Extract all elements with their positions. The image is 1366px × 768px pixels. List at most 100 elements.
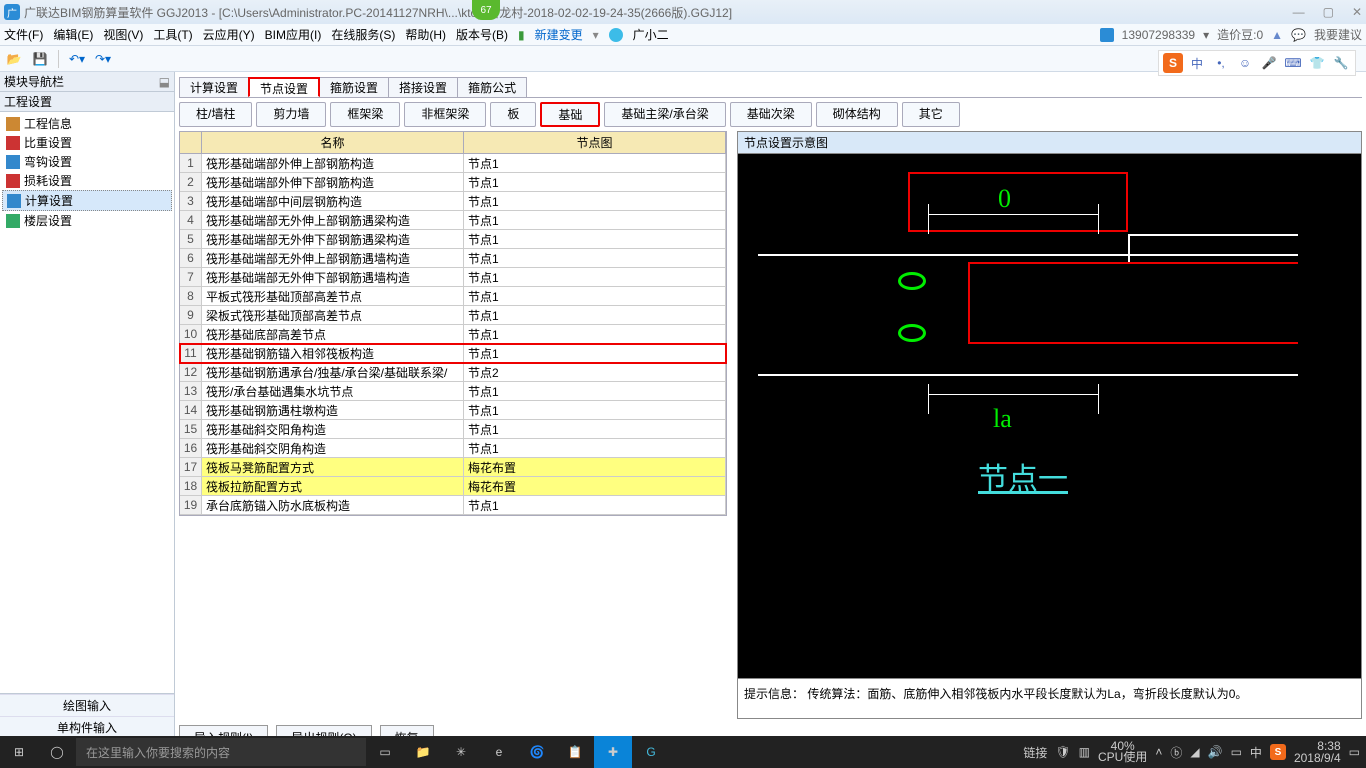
menu-file[interactable]: 文件(F): [4, 26, 43, 43]
tree-item-1[interactable]: 比重设置: [2, 133, 172, 152]
cell-node[interactable]: 节点1: [464, 344, 726, 362]
tray-batt-icon[interactable]: ▭: [1231, 745, 1242, 759]
table-row[interactable]: 1筏形基础端部外伸上部钢筋构造节点1: [180, 154, 726, 173]
cell-node[interactable]: 节点1: [464, 420, 726, 438]
tab2-1[interactable]: 剪力墙: [256, 102, 326, 127]
feedback-link[interactable]: 我要建议: [1314, 26, 1362, 43]
tab2-0[interactable]: 柱/墙柱: [179, 102, 252, 127]
table-row[interactable]: 16筏形基础斜交阴角构造节点1: [180, 439, 726, 458]
table-row[interactable]: 8平板式筏形基础顶部高差节点节点1: [180, 287, 726, 306]
app-active-icon[interactable]: ✚: [594, 736, 632, 768]
menu-view[interactable]: 视图(V): [103, 26, 143, 43]
cell-node[interactable]: 梅花布置: [464, 477, 726, 495]
tab1-0[interactable]: 计算设置: [179, 77, 249, 97]
save-icon[interactable]: 💾: [30, 49, 50, 69]
cell-node[interactable]: 节点1: [464, 230, 726, 248]
table-row[interactable]: 15筏形基础斜交阳角构造节点1: [180, 420, 726, 439]
tab1-4[interactable]: 箍筋公式: [457, 77, 527, 97]
cell-node[interactable]: 节点1: [464, 306, 726, 324]
search-input[interactable]: 在这里输入你要搜索的内容: [76, 738, 366, 766]
tab2-8[interactable]: 砌体结构: [816, 102, 898, 127]
cell-node[interactable]: 节点1: [464, 382, 726, 400]
menu-edit[interactable]: 编辑(E): [53, 26, 93, 43]
tray-shield-icon[interactable]: 🛡: [1055, 745, 1070, 759]
tab2-5[interactable]: 基础: [540, 102, 600, 127]
tab2-9[interactable]: 其它: [902, 102, 960, 127]
tray-vol-icon[interactable]: 🔊: [1208, 745, 1223, 759]
table-row[interactable]: 2筏形基础端部外伸下部钢筋构造节点1: [180, 173, 726, 192]
ime-emoji-icon[interactable]: ☺: [1235, 53, 1255, 73]
sogou-icon[interactable]: S: [1163, 53, 1183, 73]
cell-node[interactable]: 节点1: [464, 211, 726, 229]
menu-online[interactable]: 在线服务(S): [331, 26, 395, 43]
feedback-icon[interactable]: 💬: [1291, 28, 1306, 42]
table-row[interactable]: 6筏形基础端部无外伸上部钢筋遇墙构造节点1: [180, 249, 726, 268]
app-fan-icon[interactable]: ✳: [442, 736, 480, 768]
account-icon[interactable]: [1100, 28, 1114, 42]
app-office-icon[interactable]: 📋: [556, 736, 594, 768]
menu-help[interactable]: 帮助(H): [405, 26, 446, 43]
undo-icon[interactable]: ↶▾: [67, 49, 87, 69]
tray-bt-icon[interactable]: ⓑ: [1170, 744, 1182, 761]
menu-tools[interactable]: 工具(T): [153, 26, 192, 43]
nav-pin-icon[interactable]: ⬓: [159, 75, 170, 89]
new-change-link[interactable]: 新建变更: [535, 26, 583, 43]
app-swirl-icon[interactable]: 🌀: [518, 736, 556, 768]
taskview-icon[interactable]: ▭: [366, 736, 404, 768]
account-label[interactable]: 13907298339: [1122, 28, 1195, 42]
table-row[interactable]: 14筏形基础钢筋遇柱墩构造节点1: [180, 401, 726, 420]
tab2-2[interactable]: 框架梁: [330, 102, 400, 127]
table-row[interactable]: 13筏形/承台基础遇集水坑节点节点1: [180, 382, 726, 401]
left-btn-draw[interactable]: 绘图输入: [0, 694, 174, 716]
maximize-button[interactable]: ▢: [1323, 5, 1334, 19]
table-row[interactable]: 12筏形基础钢筋遇承台/独基/承台梁/基础联系梁/节点2: [180, 363, 726, 382]
menu-version[interactable]: 版本号(B): [456, 26, 508, 43]
ime-lang[interactable]: 中: [1187, 53, 1207, 73]
tray-sogou-icon[interactable]: S: [1270, 744, 1286, 760]
table-row[interactable]: 4筏形基础端部无外伸上部钢筋遇梁构造节点1: [180, 211, 726, 230]
tray-notif-icon[interactable]: ▭: [1349, 745, 1360, 759]
tree-item-3[interactable]: 损耗设置: [2, 171, 172, 190]
cell-node[interactable]: 节点1: [464, 173, 726, 191]
menu-bim[interactable]: BIM应用(I): [265, 26, 322, 43]
ime-skin-icon[interactable]: 👕: [1307, 53, 1327, 73]
table-row[interactable]: 3筏形基础端部中间层钢筋构造节点1: [180, 192, 726, 211]
ime-toolbar[interactable]: S 中 •, ☺ 🎤 ⌨ 👕 🔧: [1158, 50, 1356, 76]
open-icon[interactable]: 📂: [4, 49, 24, 69]
cortana-icon[interactable]: ◯: [38, 736, 76, 768]
tree-item-5[interactable]: 楼层设置: [2, 211, 172, 230]
ime-tool-icon[interactable]: 🔧: [1331, 53, 1351, 73]
cell-node[interactable]: 节点1: [464, 325, 726, 343]
tab2-3[interactable]: 非框架梁: [404, 102, 486, 127]
tray-chevron-icon[interactable]: ˄: [1155, 745, 1162, 759]
tree-item-2[interactable]: 弯钩设置: [2, 152, 172, 171]
cell-node[interactable]: 节点1: [464, 154, 726, 172]
start-button[interactable]: ⊞: [0, 736, 38, 768]
table-row[interactable]: 7筏形基础端部无外伸下部钢筋遇墙构造节点1: [180, 268, 726, 287]
ime-punct-icon[interactable]: •,: [1211, 53, 1231, 73]
left-btn-single[interactable]: 单构件输入: [0, 716, 174, 738]
user-small[interactable]: 广小二: [633, 26, 669, 43]
avatar-small[interactable]: [609, 28, 623, 42]
table-row[interactable]: 17筏板马凳筋配置方式梅花布置: [180, 458, 726, 477]
cell-node[interactable]: 节点1: [464, 439, 726, 457]
tray-link[interactable]: 链接: [1023, 744, 1047, 761]
redo-icon[interactable]: ↷▾: [93, 49, 113, 69]
cell-node[interactable]: 节点1: [464, 496, 726, 514]
tray-ime[interactable]: 中: [1250, 744, 1262, 761]
table-row[interactable]: 18筏板拉筋配置方式梅花布置: [180, 477, 726, 496]
tab1-2[interactable]: 箍筋设置: [319, 77, 389, 97]
close-button[interactable]: ✕: [1352, 5, 1362, 19]
tab2-7[interactable]: 基础次梁: [730, 102, 812, 127]
cell-node[interactable]: 节点1: [464, 401, 726, 419]
table-row[interactable]: 19承台底筋锚入防水底板构造节点1: [180, 496, 726, 515]
ime-keyboard-icon[interactable]: ⌨: [1283, 53, 1303, 73]
tray-wifi-icon[interactable]: ◢: [1190, 745, 1199, 759]
tray-gpu-icon[interactable]: ▥: [1079, 745, 1090, 759]
tab2-4[interactable]: 板: [490, 102, 536, 127]
cpu-meter[interactable]: 40%CPU使用: [1098, 741, 1147, 763]
tab2-6[interactable]: 基础主梁/承台梁: [604, 102, 725, 127]
cell-node[interactable]: 节点1: [464, 287, 726, 305]
minimize-button[interactable]: —: [1293, 5, 1305, 19]
app-folder-icon[interactable]: 📁: [404, 736, 442, 768]
